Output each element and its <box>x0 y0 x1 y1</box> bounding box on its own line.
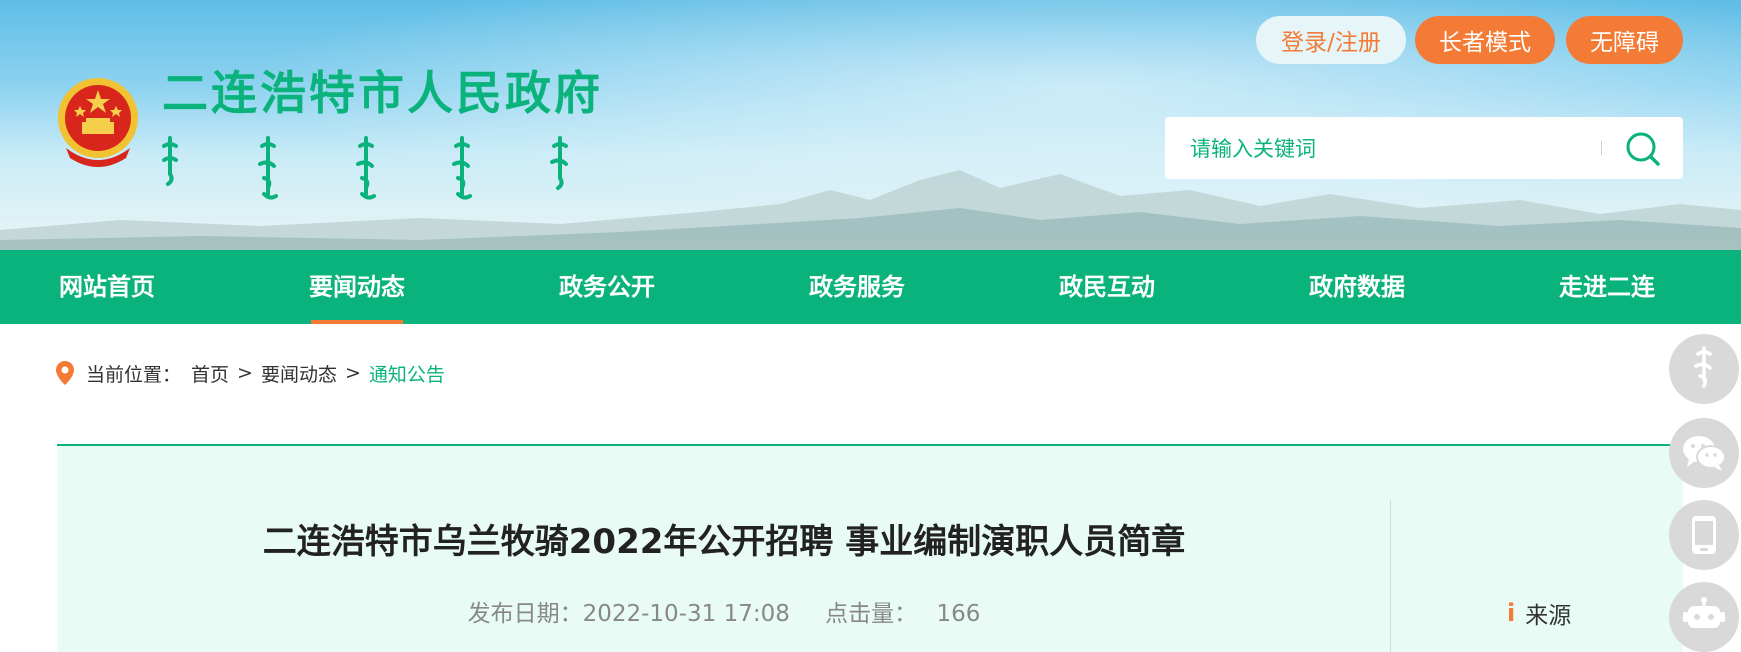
accessibility-button[interactable]: 无障碍 <box>1566 16 1683 64</box>
mobile-icon <box>1692 516 1716 554</box>
search-icon[interactable] <box>1623 129 1663 169</box>
nav-item-news[interactable]: 要闻动态 <box>287 250 427 324</box>
breadcrumb: 当前位置： 首页 > 要闻动态 > 通知公告 <box>56 358 445 388</box>
smart-assistant-button[interactable] <box>1669 582 1739 652</box>
mongolian-script-icon <box>162 136 568 200</box>
article-meta: 发布日期：2022-10-31 17:08 点击量： 166 <box>57 594 1391 628</box>
nav-item-gov-data[interactable]: 政府数据 <box>1287 250 1427 324</box>
breadcrumb-separator: > <box>237 362 253 384</box>
main-nav: 网站首页 要闻动态 政务公开 政务服务 政民互动 政府数据 走进二连 <box>0 250 1741 324</box>
publish-date: 发布日期：2022-10-31 17:08 <box>467 601 790 627</box>
source-label: 来源 <box>1525 603 1572 629</box>
nav-item-interaction[interactable]: 政民互动 <box>1037 250 1177 324</box>
article-title: 二连浩特市乌兰牧骑2022年公开招聘 事业编制演职人员简章 <box>262 522 1186 562</box>
breadcrumb-notices-link[interactable]: 通知公告 <box>369 360 445 387</box>
national-emblem-icon <box>58 78 138 167</box>
article-source: i 来源 <box>1507 596 1571 630</box>
mongolian-script-icon <box>1694 346 1712 388</box>
nav-item-gov-affairs-open[interactable]: 政务公开 <box>537 250 677 324</box>
breadcrumb-home-link[interactable]: 首页 <box>191 360 229 387</box>
mongolian-version-button[interactable] <box>1669 334 1739 404</box>
mobile-version-button[interactable] <box>1669 500 1739 570</box>
wechat-icon <box>1683 436 1726 471</box>
search-input[interactable] <box>1165 117 1612 181</box>
breadcrumb-prefix: 当前位置： <box>86 363 182 386</box>
nav-item-about-erlian[interactable]: 走进二连 <box>1537 250 1677 324</box>
elder-mode-button[interactable]: 长者模式 <box>1415 16 1555 64</box>
click-count-value: 166 <box>936 601 981 627</box>
nav-item-home[interactable]: 网站首页 <box>37 250 177 324</box>
nav-item-gov-services[interactable]: 政务服务 <box>787 250 927 324</box>
site-title: 二连浩特市人民政府 <box>162 66 603 120</box>
article-divider <box>1390 500 1391 652</box>
login-register-button[interactable]: 登录/注册 <box>1256 16 1406 64</box>
search-box <box>1165 117 1683 181</box>
info-icon: i <box>1507 599 1516 627</box>
article-container: 二连浩特市乌兰牧骑2022年公开招聘 事业编制演职人员简章 发布日期：2022-… <box>57 444 1683 652</box>
site-header: 二连浩特市人民政府 登录/注册 长者模式 无障碍 <box>0 0 1741 250</box>
robot-icon <box>1683 597 1725 628</box>
search-divider <box>1601 141 1602 155</box>
breadcrumb-news-link[interactable]: 要闻动态 <box>261 360 337 387</box>
breadcrumb-separator: > <box>344 362 361 384</box>
click-count-label: 点击量： <box>825 601 918 627</box>
wechat-button[interactable] <box>1669 418 1739 488</box>
location-pin-icon <box>56 361 74 385</box>
